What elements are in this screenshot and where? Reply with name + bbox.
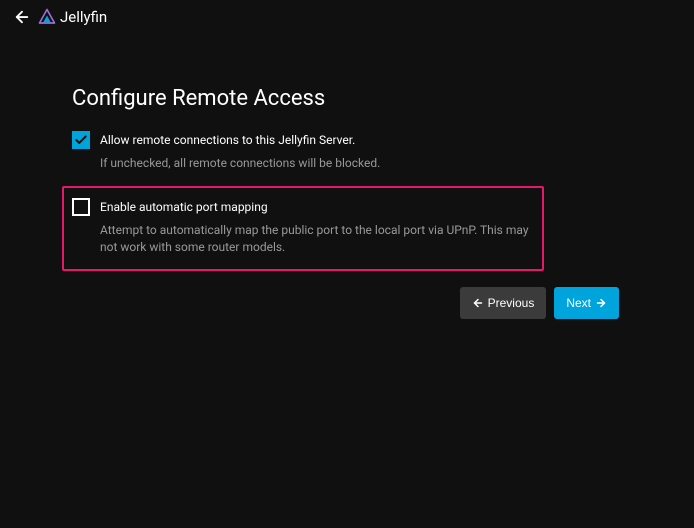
nav-buttons: Previous Next <box>72 287 619 319</box>
back-button[interactable] <box>10 5 34 29</box>
port-mapping-highlight: Enable automatic port mapping Attempt to… <box>62 186 544 272</box>
check-icon <box>74 133 88 147</box>
arrow-left-icon <box>13 8 31 26</box>
allow-remote-checkbox[interactable] <box>72 131 90 149</box>
allow-remote-option: Allow remote connections to this Jellyfi… <box>72 131 624 172</box>
main-content: Configure Remote Access Allow remote con… <box>0 34 694 319</box>
allow-remote-desc: If unchecked, all remote connections wil… <box>100 155 624 172</box>
port-mapping-checkbox[interactable] <box>72 198 90 216</box>
previous-button[interactable]: Previous <box>460 287 547 319</box>
port-mapping-desc: Attempt to automatically map the public … <box>100 222 534 256</box>
allow-remote-label[interactable]: Allow remote connections to this Jellyfi… <box>100 131 355 149</box>
arrow-left-icon <box>472 297 484 309</box>
arrow-right-icon <box>595 297 607 309</box>
brand-name: Jellyfin <box>60 8 107 26</box>
port-mapping-row: Enable automatic port mapping <box>72 198 534 216</box>
previous-label: Previous <box>488 296 535 310</box>
jellyfin-logo-icon <box>38 8 56 26</box>
next-button[interactable]: Next <box>554 287 619 319</box>
brand-logo: Jellyfin <box>38 8 107 26</box>
port-mapping-label[interactable]: Enable automatic port mapping <box>100 198 268 216</box>
allow-remote-row: Allow remote connections to this Jellyfi… <box>72 131 624 149</box>
app-header: Jellyfin <box>0 0 694 34</box>
page-title: Configure Remote Access <box>72 86 624 111</box>
next-label: Next <box>566 296 591 310</box>
